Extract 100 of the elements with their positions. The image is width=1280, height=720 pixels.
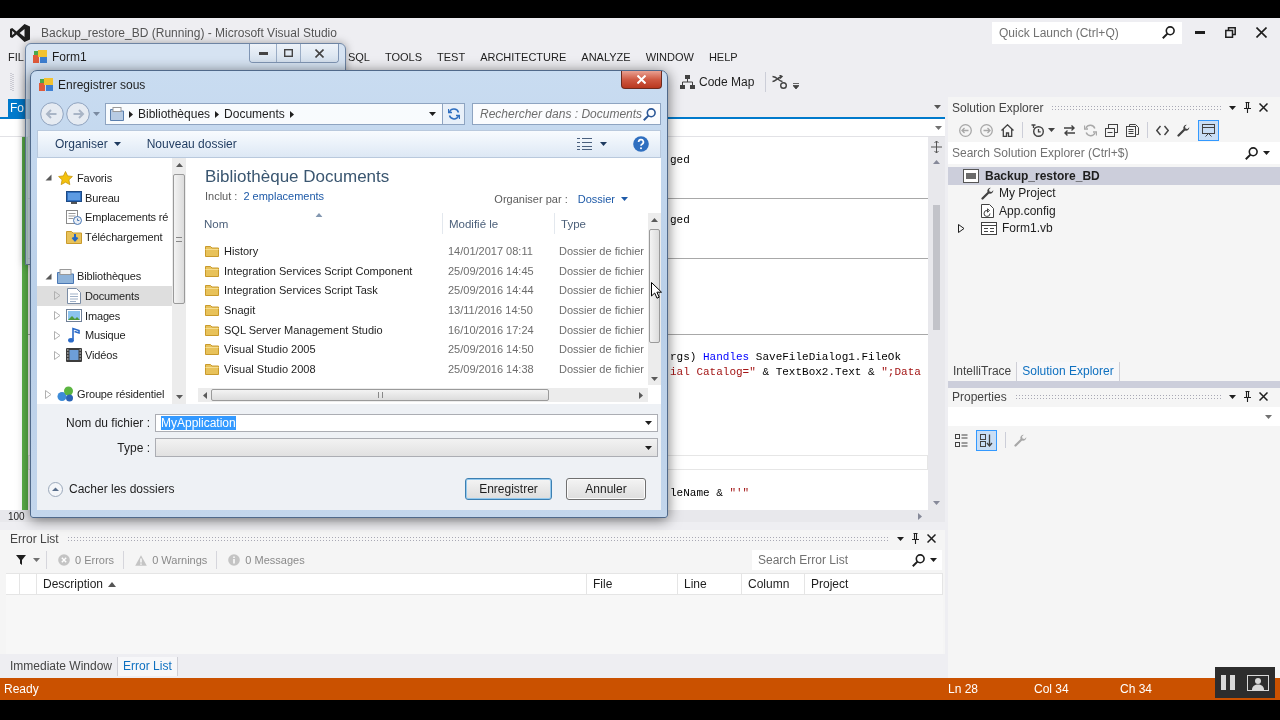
scroll-left-icon[interactable] <box>203 391 207 399</box>
scroll-up-icon[interactable] <box>175 163 183 167</box>
scroll-down-icon[interactable] <box>933 501 940 505</box>
column-header[interactable]: Nom <box>195 213 443 234</box>
expander-icon[interactable] <box>45 271 52 281</box>
overflow-icon[interactable] <box>793 83 800 89</box>
minimize-icon[interactable] <box>1194 31 1205 34</box>
search-field[interactable]: Search Error List <box>752 550 942 570</box>
search-icon[interactable] <box>643 107 656 121</box>
column-header[interactable]: File <box>587 574 678 594</box>
search-icon[interactable] <box>1245 146 1258 160</box>
folder-icon[interactable] <box>205 362 219 375</box>
file-name[interactable]: History <box>224 244 259 257</box>
breadcrumb-item[interactable]: Bibliothèques <box>138 107 211 121</box>
nav-item[interactable]: Images <box>37 305 172 326</box>
panel-tab[interactable]: Error List <box>118 656 178 676</box>
nav-item[interactable]: Favoris <box>37 168 172 188</box>
categorized-icon[interactable] <box>955 433 968 447</box>
tree-item[interactable]: App.config <box>948 202 1280 220</box>
folder-icon[interactable] <box>205 343 219 356</box>
folder-icon[interactable] <box>205 303 219 316</box>
breadcrumb-item[interactable]: Documents <box>224 107 285 121</box>
nav-item[interactable]: Groupe résidentiel <box>37 384 172 405</box>
help-icon[interactable] <box>633 136 649 152</box>
toolbar-button[interactable]: Nouveau dossier <box>146 137 237 151</box>
filter-icon[interactable] <box>16 555 26 565</box>
close-icon[interactable] <box>1259 103 1268 112</box>
close-icon[interactable] <box>1259 392 1268 401</box>
nav-item[interactable]: Bureau <box>37 187 172 208</box>
column-header[interactable]: Line <box>678 574 742 594</box>
arrange-dropdown[interactable]: Dossier <box>577 191 628 206</box>
scroll-thumb[interactable] <box>173 174 185 304</box>
menu-item[interactable]: TEST <box>437 51 466 63</box>
copy-icon[interactable] <box>1126 123 1139 137</box>
column-header[interactable]: Type <box>555 213 648 234</box>
file-name[interactable]: Snagit <box>224 303 256 316</box>
file-name[interactable]: Visual Studio 2005 <box>224 343 316 356</box>
screen-icon[interactable] <box>1247 674 1269 691</box>
code-map-button[interactable]: Code Map <box>678 73 757 91</box>
scroll-down-icon[interactable] <box>175 395 183 399</box>
refresh-button[interactable] <box>443 103 465 125</box>
menu-item[interactable]: SQL <box>347 51 370 63</box>
scroll-thumb[interactable] <box>933 205 940 330</box>
scroll-right-icon[interactable] <box>639 391 643 399</box>
column-header[interactable]: Project <box>805 574 943 594</box>
collapse-icon[interactable] <box>1105 123 1118 137</box>
nav-item[interactable]: Musique <box>37 325 172 346</box>
sort-icon[interactable] <box>976 429 997 451</box>
scroll-up-icon[interactable] <box>933 160 940 164</box>
folder-icon[interactable] <box>205 323 219 336</box>
pin-icon[interactable] <box>1244 391 1251 402</box>
pause-icon[interactable] <box>1221 675 1235 690</box>
menu-button[interactable]: Organiser <box>55 137 121 151</box>
split-icon[interactable] <box>931 141 942 153</box>
sync-icon[interactable] <box>1063 123 1076 137</box>
pin-icon[interactable] <box>912 533 919 544</box>
pin-icon[interactable] <box>1244 102 1251 113</box>
column-header[interactable]: Modifié le <box>443 213 555 234</box>
file-name[interactable]: Integration Services Script Component <box>224 264 413 277</box>
caret-icon[interactable] <box>897 536 904 541</box>
scroll-right-icon[interactable] <box>918 512 922 520</box>
restore-icon[interactable] <box>1225 27 1236 38</box>
shuffle-icon[interactable] <box>772 75 788 89</box>
tree-item[interactable]: Backup_restore_BD <box>948 167 1280 185</box>
folder-icon[interactable] <box>205 284 219 297</box>
caret-icon[interactable] <box>1048 128 1055 132</box>
scroll-thumb[interactable] <box>649 229 660 343</box>
caret-icon[interactable] <box>934 105 941 109</box>
caret-icon[interactable] <box>645 445 652 450</box>
home-icon[interactable] <box>1001 123 1014 137</box>
nav-item[interactable]: Documents <box>37 286 172 306</box>
menu-item[interactable]: ARCHITECTURE <box>480 51 567 63</box>
close-icon[interactable] <box>927 534 936 543</box>
minimize-button[interactable] <box>250 44 276 62</box>
hide-folders-toggle[interactable]: Cacher les dossiers <box>48 481 175 497</box>
search-field[interactable]: Rechercher dans : Documents <box>472 103 661 125</box>
caret-icon[interactable] <box>1229 394 1236 399</box>
nav-item[interactable]: Vidéos <box>37 345 172 365</box>
code-icon[interactable] <box>1156 123 1169 137</box>
chevron-icon[interactable] <box>129 110 133 118</box>
scroll-down-icon[interactable] <box>651 376 658 381</box>
zoom-level[interactable]: 100 <box>8 510 25 522</box>
menu-item[interactable]: TOOLS <box>384 51 422 63</box>
dialog-button[interactable]: Annuler <box>566 478 646 500</box>
menu-item[interactable]: HELP <box>708 51 738 63</box>
quick-launch-field[interactable]: Quick Launch (Ctrl+Q) <box>992 21 1182 44</box>
file-name[interactable]: Integration Services Script Task <box>224 284 378 297</box>
panel-tab[interactable]: Solution Explorer <box>1017 361 1120 381</box>
folder-icon[interactable] <box>205 244 219 257</box>
scroll-thumb[interactable] <box>211 389 549 401</box>
address-bar[interactable]: Bibliothèques Documents <box>105 103 443 125</box>
wrench-icon[interactable] <box>1177 123 1190 137</box>
tree-item[interactable]: My Project <box>948 184 1280 202</box>
search-icon[interactable] <box>912 553 925 567</box>
nav-item[interactable]: Emplacements ré <box>37 207 172 228</box>
expander-icon[interactable] <box>45 173 52 183</box>
caret-icon[interactable] <box>1229 105 1236 110</box>
close-button[interactable] <box>300 44 338 62</box>
chevron-icon[interactable] <box>215 110 220 118</box>
close-button[interactable] <box>621 71 662 89</box>
